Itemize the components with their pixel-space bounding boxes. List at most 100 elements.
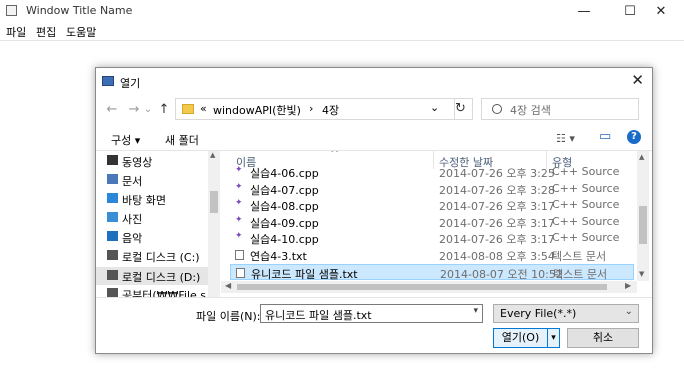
search-input[interactable]: 4장 검색 <box>481 98 639 120</box>
sidebar-item-label: 사진 <box>122 213 143 226</box>
scroll-left-icon[interactable]: ◀ <box>225 281 231 290</box>
cpp-file-icon: ✦ <box>235 231 243 242</box>
sidebar-item[interactable]: 로컬 디스크 (D:) <box>107 269 201 285</box>
sidebar-item[interactable]: 공부터(₩₩File s <box>107 287 207 297</box>
file-date: 2014-07-26 오후 3:17 <box>439 200 555 214</box>
file-name: 실습4-07.cpp <box>250 183 319 197</box>
document-icon <box>107 174 118 184</box>
filetype-select[interactable]: Every File(*.*) ⌄ <box>493 304 639 323</box>
sidebar-item[interactable]: 문서 <box>107 173 143 189</box>
drive-icon <box>107 250 118 260</box>
sidebar-item[interactable]: 로컬 디스크 (C:) <box>107 249 200 265</box>
cpp-file-icon: ✦ <box>235 165 243 175</box>
file-scroll-up-icon[interactable]: ▲ <box>639 153 644 161</box>
view-options-icon[interactable]: ☷ ▾ <box>556 132 575 145</box>
forward-arrow-icon[interactable]: → <box>126 102 142 118</box>
sidebar-item-label: 바탕 화면 <box>122 194 166 207</box>
dialog-icon <box>102 76 114 86</box>
sidebar-item[interactable]: 음악 <box>107 230 143 246</box>
help-icon[interactable]: ? <box>627 130 641 144</box>
file-type: 텍스트 문서 <box>552 250 607 263</box>
open-split-dropdown-icon[interactable]: ▾ <box>547 328 560 348</box>
nav-scroll-up-icon[interactable]: ▲ <box>210 151 215 159</box>
desktop-icon <box>107 193 118 203</box>
window-title: Window Title Name <box>26 4 133 17</box>
breadcrumb-4jang[interactable]: 4장 <box>322 102 339 118</box>
music-icon <box>107 231 118 241</box>
file-row[interactable]: ✦ 실습4-10.cpp 2014-07-26 오후 3:17 C++ Source <box>230 230 634 246</box>
sidebar-item-label: 음악 <box>122 232 143 245</box>
new-folder-button[interactable]: 새 폴더 <box>165 132 199 148</box>
text-file-icon <box>236 267 245 278</box>
file-row[interactable]: 유니코드 파일 샘플.txt 2014-08-07 오전 10:52 텍스트 문서 <box>230 263 634 281</box>
menu-bar: 파일 편집 도움말 <box>0 22 684 41</box>
file-row[interactable]: ✦ 실습4-07.cpp 2014-07-26 오후 3:28 C++ Source <box>230 181 634 197</box>
recent-dropdown-icon[interactable]: ⌄ <box>143 102 153 118</box>
sidebar-item[interactable]: 사진 <box>107 211 143 227</box>
h-scroll-thumb[interactable] <box>237 284 607 290</box>
sidebar-item[interactable]: 동영상 <box>107 154 153 170</box>
organize-button[interactable]: 구성 ▾ <box>111 132 140 148</box>
menu-file[interactable]: 파일 <box>6 24 26 40</box>
refresh-icon[interactable]: ↻ <box>449 98 473 120</box>
cancel-button[interactable]: 취소 <box>567 328 639 348</box>
breadcrumb-separator: › <box>309 102 314 115</box>
menu-help[interactable]: 도움말 <box>66 24 96 40</box>
file-name: 연습4-3.txt <box>250 250 307 263</box>
pictures-icon <box>107 212 118 222</box>
file-row[interactable]: ✦ 실습4-09.cpp 2014-07-26 오후 3:17 C++ Source <box>230 214 634 230</box>
filetype-dropdown-icon[interactable]: ⌄ <box>625 306 633 317</box>
network-drive-icon <box>107 288 118 297</box>
filename-label: 파일 이름(N): <box>196 310 261 323</box>
sort-arrow-icon: ^ <box>330 151 340 160</box>
file-name: 실습4-09.cpp <box>250 216 319 230</box>
file-row[interactable]: ✦ 실습4-08.cpp 2014-07-26 오후 3:17 C++ Source <box>230 197 634 213</box>
address-overflow[interactable]: « <box>200 102 207 115</box>
cpp-file-icon: ✦ <box>235 214 243 225</box>
breadcrumb-windowapi[interactable]: windowAPI(한빛) <box>213 102 301 118</box>
menu-edit[interactable]: 편집 <box>36 24 56 40</box>
sidebar-item-label: 공부터(₩₩File s <box>122 289 207 297</box>
filename-dropdown-icon[interactable]: ▾ <box>473 306 478 316</box>
folder-icon <box>182 104 194 114</box>
file-date: 2014-07-26 오후 3:17 <box>439 233 555 247</box>
open-button[interactable]: 열기(O) <box>493 328 548 348</box>
file-name: 유니코드 파일 샘플.txt <box>251 267 358 281</box>
up-arrow-icon[interactable]: ↑ <box>156 102 172 118</box>
file-row[interactable]: ✦ 실습4-06.cpp 2014-07-26 오후 3:25 C++ Source <box>230 164 634 180</box>
file-scroll-thumb[interactable] <box>639 206 647 244</box>
file-scroll-down-icon[interactable]: ▼ <box>639 270 644 278</box>
preview-pane-icon[interactable]: ▭ <box>599 129 611 144</box>
text-file-icon <box>235 250 244 260</box>
file-type: C++ Source <box>552 181 620 195</box>
nav-scroll-thumb[interactable] <box>210 191 218 213</box>
nav-scrollbar[interactable]: ▲ <box>208 151 220 297</box>
file-type: C++ Source <box>552 214 620 228</box>
sidebar-item-label: 문서 <box>122 175 143 188</box>
file-list-pane: 이름 ^ 수정한 날짜 유형 ✦ 실습4-06.cpp 2014-07-26 오후 … <box>221 151 652 297</box>
close-button[interactable]: ✕ <box>638 0 684 22</box>
scroll-right-icon[interactable]: ▶ <box>625 281 631 290</box>
app-icon <box>6 5 17 16</box>
file-date: 2014-08-08 오후 3:54 <box>439 250 555 263</box>
file-scrollbar-vertical[interactable]: ▲ ▼ <box>637 151 649 281</box>
minimize-button[interactable]: — <box>561 0 607 22</box>
video-icon <box>107 155 118 165</box>
file-name: 실습4-08.cpp <box>250 200 319 214</box>
filetype-value: Every File(*.*) <box>500 307 577 320</box>
sidebar-item-label: 동영상 <box>122 156 153 169</box>
drive-icon <box>107 270 118 280</box>
file-type: 텍스트 문서 <box>553 267 608 281</box>
file-date: 2014-07-26 오후 3:17 <box>439 216 555 230</box>
sidebar-item-label: 로컬 디스크 (D:) <box>122 271 201 284</box>
file-scrollbar-horizontal[interactable]: ◀ ▶ <box>221 281 637 293</box>
file-type: C++ Source <box>552 165 620 178</box>
file-row[interactable]: 연습4-3.txt 2014-08-08 오후 3:54 텍스트 문서 <box>230 247 634 263</box>
dialog-close-icon[interactable]: ✕ <box>631 71 644 89</box>
sidebar-item[interactable]: 바탕 화면 <box>107 192 166 208</box>
filename-field[interactable]: 유니코드 파일 샘플.txt ▾ <box>260 304 483 323</box>
address-dropdown-icon[interactable]: ⌄ <box>430 101 439 114</box>
back-arrow-icon[interactable]: ← <box>104 102 120 118</box>
search-placeholder: 4장 검색 <box>510 104 551 117</box>
address-bar[interactable]: « windowAPI(한빛) › 4장 ⌄ <box>175 98 455 120</box>
